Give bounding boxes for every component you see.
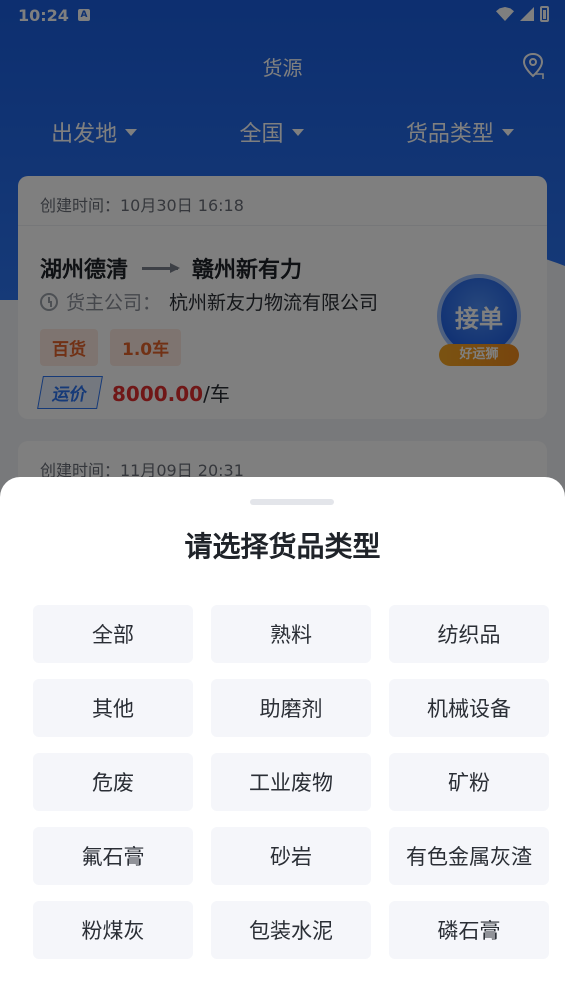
drag-handle[interactable] bbox=[250, 499, 334, 505]
option-grinding-aid[interactable]: 助磨剂 bbox=[211, 679, 371, 737]
cargo-type-sheet: 请选择货品类型 全部 熟料 纺织品 其他 助磨剂 机械设备 危废 工业废物 矿粉… bbox=[0, 477, 565, 1004]
option-fluorogypsum[interactable]: 氟石膏 bbox=[33, 827, 193, 885]
option-bagged-cement[interactable]: 包装水泥 bbox=[211, 901, 371, 959]
option-hazardous-waste[interactable]: 危废 bbox=[33, 753, 193, 811]
option-clinker[interactable]: 熟料 bbox=[211, 605, 371, 663]
option-machinery[interactable]: 机械设备 bbox=[389, 679, 549, 737]
sheet-title: 请选择货品类型 bbox=[184, 530, 381, 563]
option-industrial-waste[interactable]: 工业废物 bbox=[211, 753, 371, 811]
cargo-type-options: 全部 熟料 纺织品 其他 助磨剂 机械设备 危废 工业废物 矿粉 氟石膏 砂岩 … bbox=[33, 605, 550, 959]
option-mineral-powder[interactable]: 矿粉 bbox=[389, 753, 549, 811]
option-sandstone[interactable]: 砂岩 bbox=[211, 827, 371, 885]
option-all[interactable]: 全部 bbox=[33, 605, 193, 663]
option-other[interactable]: 其他 bbox=[33, 679, 193, 737]
option-phosphogypsum[interactable]: 磷石膏 bbox=[389, 901, 549, 959]
option-textiles[interactable]: 纺织品 bbox=[389, 605, 549, 663]
option-nonferrous-slag[interactable]: 有色金属灰渣 bbox=[389, 827, 549, 885]
option-fly-ash[interactable]: 粉煤灰 bbox=[33, 901, 193, 959]
